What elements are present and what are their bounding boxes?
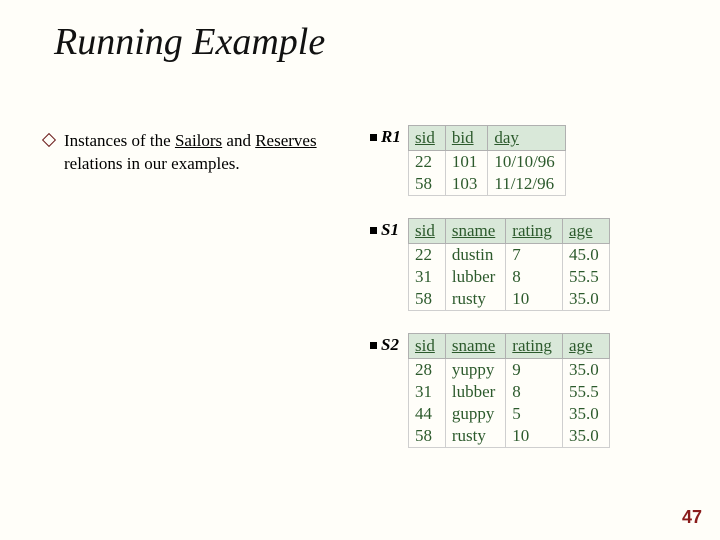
col-header: sname bbox=[445, 219, 505, 244]
table-cell: rusty bbox=[445, 425, 505, 448]
col-header: sid bbox=[409, 334, 446, 359]
col-header: sid bbox=[409, 219, 446, 244]
label-r1: R1 bbox=[381, 127, 401, 147]
table-cell: 44 bbox=[409, 403, 446, 425]
body-u2: Reserves bbox=[255, 131, 316, 150]
table-cell: guppy bbox=[445, 403, 505, 425]
table-cell: lubber bbox=[445, 381, 505, 403]
col-header: day bbox=[488, 126, 565, 151]
table-cell: dustin bbox=[445, 244, 505, 267]
col-header: age bbox=[562, 334, 609, 359]
body-prefix: Instances of the bbox=[64, 131, 175, 150]
relation-r1: sidbidday2210110/10/965810311/12/96 bbox=[408, 125, 566, 196]
table-cell: 35.0 bbox=[562, 403, 609, 425]
table-cell: 5 bbox=[506, 403, 563, 425]
table-cell: 31 bbox=[409, 266, 446, 288]
table-row: 44guppy535.0 bbox=[409, 403, 610, 425]
table-cell: 103 bbox=[445, 173, 488, 196]
table-cell: 7 bbox=[506, 244, 563, 267]
table-row: 28yuppy935.0 bbox=[409, 359, 610, 382]
slide: Running Example Instances of the Sailors… bbox=[0, 0, 720, 540]
table-cell: 10 bbox=[506, 425, 563, 448]
table-cell: 22 bbox=[409, 244, 446, 267]
col-header: sid bbox=[409, 126, 446, 151]
table-cell: yuppy bbox=[445, 359, 505, 382]
body-text: Instances of the Sailors and Reserves re… bbox=[64, 130, 324, 176]
label-s1-wrap: S1 bbox=[370, 218, 408, 240]
square-bullet-icon bbox=[370, 227, 377, 234]
table-cell: 28 bbox=[409, 359, 446, 382]
table-cell: 35.0 bbox=[562, 288, 609, 311]
label-s1: S1 bbox=[381, 220, 399, 240]
table-cell: 55.5 bbox=[562, 266, 609, 288]
body-suffix: relations in our examples. bbox=[64, 154, 240, 173]
table-row-s1: S1 sidsnameratingage22dustin745.031lubbe… bbox=[370, 218, 700, 311]
table-cell: 58 bbox=[409, 288, 446, 311]
table-row: 58rusty1035.0 bbox=[409, 288, 610, 311]
body-mid: and bbox=[222, 131, 255, 150]
table-row: 58rusty1035.0 bbox=[409, 425, 610, 448]
table-row-r1: R1 sidbidday2210110/10/965810311/12/96 bbox=[370, 125, 700, 196]
table-cell: 9 bbox=[506, 359, 563, 382]
col-header: rating bbox=[506, 334, 563, 359]
table-cell: 31 bbox=[409, 381, 446, 403]
slide-title: Running Example bbox=[54, 20, 325, 64]
table-row: 22dustin745.0 bbox=[409, 244, 610, 267]
table-cell: 35.0 bbox=[562, 425, 609, 448]
square-bullet-icon bbox=[370, 134, 377, 141]
table-row: 2210110/10/96 bbox=[409, 151, 566, 174]
table-cell: 10 bbox=[506, 288, 563, 311]
table-row: 31lubber855.5 bbox=[409, 381, 610, 403]
table-cell: 8 bbox=[506, 381, 563, 403]
diamond-bullet-icon bbox=[42, 133, 56, 147]
table-cell: 101 bbox=[445, 151, 488, 174]
label-r1-wrap: R1 bbox=[370, 125, 408, 147]
label-s2-wrap: S2 bbox=[370, 333, 408, 355]
relation-s2: sidsnameratingage28yuppy935.031lubber855… bbox=[408, 333, 610, 448]
table-cell: 8 bbox=[506, 266, 563, 288]
col-header: sname bbox=[445, 334, 505, 359]
relation-s1: sidsnameratingage22dustin745.031lubber85… bbox=[408, 218, 610, 311]
table-row: 31lubber855.5 bbox=[409, 266, 610, 288]
table-cell: 58 bbox=[409, 173, 446, 196]
square-bullet-icon bbox=[370, 342, 377, 349]
table-cell: 55.5 bbox=[562, 381, 609, 403]
table-cell: 45.0 bbox=[562, 244, 609, 267]
col-header: bid bbox=[445, 126, 488, 151]
table-row: 5810311/12/96 bbox=[409, 173, 566, 196]
page-number: 47 bbox=[682, 507, 702, 528]
table-cell: lubber bbox=[445, 266, 505, 288]
table-cell: rusty bbox=[445, 288, 505, 311]
label-s2: S2 bbox=[381, 335, 399, 355]
col-header: rating bbox=[506, 219, 563, 244]
table-cell: 35.0 bbox=[562, 359, 609, 382]
col-header: age bbox=[562, 219, 609, 244]
table-cell: 11/12/96 bbox=[488, 173, 565, 196]
tables-area: R1 sidbidday2210110/10/965810311/12/96 S… bbox=[370, 125, 700, 470]
table-cell: 22 bbox=[409, 151, 446, 174]
table-cell: 58 bbox=[409, 425, 446, 448]
table-cell: 10/10/96 bbox=[488, 151, 565, 174]
body-u1: Sailors bbox=[175, 131, 222, 150]
table-row-s2: S2 sidsnameratingage28yuppy935.031lubber… bbox=[370, 333, 700, 448]
